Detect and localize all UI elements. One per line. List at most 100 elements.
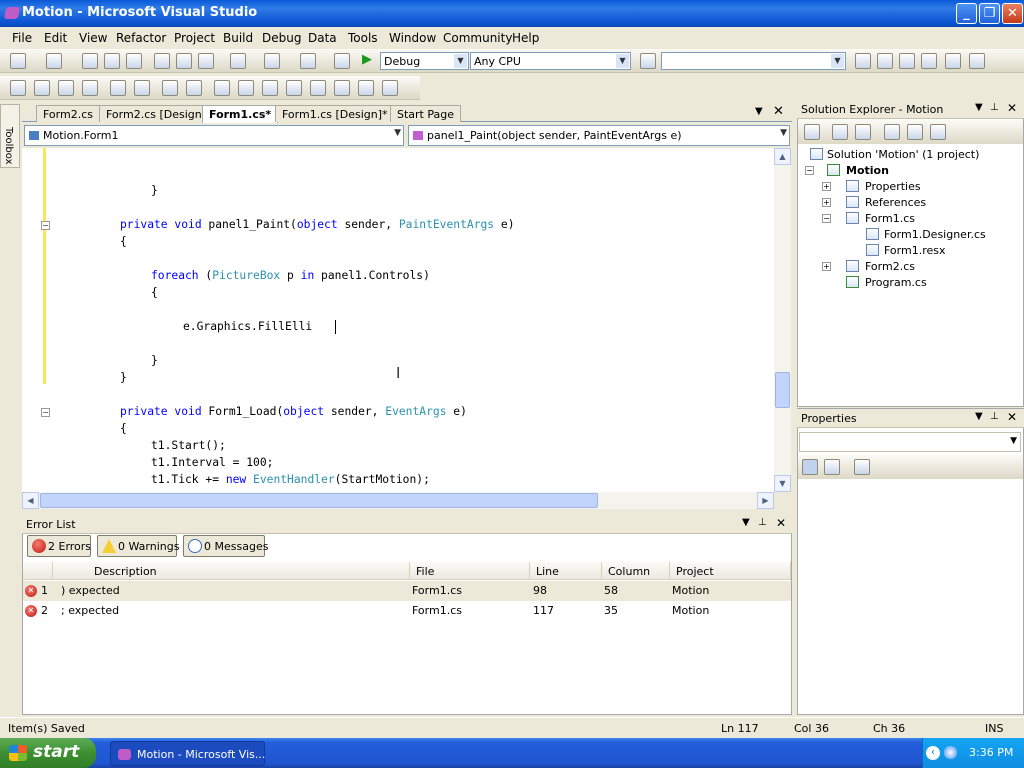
clock[interactable]: 3:36 PM: [969, 746, 1013, 759]
solution-explorer-icon[interactable]: [855, 53, 871, 69]
tree-item-references[interactable]: References: [865, 196, 926, 209]
column-header-line[interactable]: Line: [530, 562, 602, 580]
previous-bookmark-in-folder-icon[interactable]: [286, 80, 302, 96]
tree-solution[interactable]: Solution 'Motion' (1 project): [827, 148, 979, 161]
close-button[interactable]: ✕: [1002, 3, 1023, 24]
menu-refactor[interactable]: Refactor: [116, 31, 166, 45]
toggle-bookmark-icon[interactable]: [214, 80, 230, 96]
menu-community[interactable]: Community: [443, 31, 512, 45]
clear-bookmarks-icon[interactable]: [382, 80, 398, 96]
window-position-icon[interactable]: ▼: [975, 102, 983, 113]
uncomment-lines-icon[interactable]: [186, 80, 202, 96]
properties-object-select[interactable]: ▼: [799, 432, 1021, 452]
column-header-description[interactable]: Description: [53, 562, 410, 580]
taskbar-item-visual-studio[interactable]: Motion - Microsoft Vis...: [110, 741, 265, 766]
solution-platform-select[interactable]: Any CPU ▼: [470, 52, 631, 70]
close-panel-icon[interactable]: ✕: [1007, 410, 1017, 424]
tree-item-program-cs[interactable]: Program.cs: [865, 276, 927, 289]
close-panel-icon[interactable]: ✕: [1007, 101, 1017, 115]
tab-form1-cs[interactable]: Form1.cs*: [202, 105, 279, 123]
outline-collapse-icon[interactable]: −: [41, 221, 50, 230]
object-browser-icon[interactable]: [899, 53, 915, 69]
add-item-icon[interactable]: [46, 53, 62, 69]
expand-icon[interactable]: +: [822, 198, 831, 207]
command-window-icon[interactable]: [969, 53, 985, 69]
increase-indent-icon[interactable]: [134, 80, 150, 96]
quick-info-icon[interactable]: [58, 80, 74, 96]
decrease-indent-icon[interactable]: [110, 80, 126, 96]
scroll-thumb[interactable]: [40, 493, 598, 508]
outline-collapse-icon[interactable]: −: [41, 408, 50, 417]
start-page-icon[interactable]: [945, 53, 961, 69]
code-editor[interactable]: } − private void panel1_Paint(object sen…: [22, 148, 774, 492]
new-project-icon[interactable]: [10, 53, 26, 69]
menu-tools[interactable]: Tools: [348, 31, 378, 45]
properties-window-icon[interactable]: [877, 53, 893, 69]
categorized-icon[interactable]: [802, 459, 818, 475]
member-dropdown[interactable]: panel1_Paint(object sender, PaintEventAr…: [408, 125, 790, 146]
properties-title-bar[interactable]: Properties ▼ ⊥ ✕: [797, 409, 1024, 428]
column-header-icon[interactable]: [23, 562, 53, 580]
collapse-icon[interactable]: −: [805, 166, 814, 175]
column-header-project[interactable]: Project: [670, 562, 791, 580]
tree-item-properties[interactable]: Properties: [865, 180, 921, 193]
menu-view[interactable]: View: [79, 31, 107, 45]
previous-bookmark-icon[interactable]: [238, 80, 254, 96]
navigate-backward-icon[interactable]: [300, 53, 316, 69]
column-header-file[interactable]: File: [410, 562, 530, 580]
errors-filter-button[interactable]: 2 Errors: [27, 535, 91, 557]
alphabetical-icon[interactable]: [824, 459, 840, 475]
title-bar[interactable]: Motion - Microsoft Visual Studio _ ❐ ✕: [0, 0, 1024, 27]
start-button[interactable]: start: [0, 738, 96, 768]
show-all-files-icon[interactable]: [832, 124, 848, 140]
object-member-list-icon[interactable]: [10, 80, 26, 96]
cut-icon[interactable]: [154, 53, 170, 69]
tab-form1-design[interactable]: Form1.cs [Design]*: [275, 105, 395, 122]
tab-form2-cs[interactable]: Form2.cs: [36, 105, 100, 122]
find-combo[interactable]: ▼: [661, 52, 846, 70]
previous-bookmark-in-document-icon[interactable]: [334, 80, 350, 96]
menu-help[interactable]: Help: [512, 31, 539, 45]
undo-icon[interactable]: [230, 53, 246, 69]
tab-form2-design[interactable]: Form2.cs [Design]: [99, 105, 214, 122]
scroll-left-icon[interactable]: ◀: [22, 492, 39, 509]
menu-window[interactable]: Window: [389, 31, 436, 45]
scroll-down-icon[interactable]: ▼: [774, 475, 791, 492]
next-bookmark-in-folder-icon[interactable]: [310, 80, 326, 96]
editor-vertical-scrollbar[interactable]: ▲ ▼: [774, 148, 791, 492]
save-icon[interactable]: [104, 53, 120, 69]
table-row[interactable]: ✕ 1 ) expected Form1.cs 98 58 Motion: [23, 581, 791, 601]
tree-item-form1-resx[interactable]: Form1.resx: [884, 244, 946, 257]
table-row[interactable]: ✕ 2 ; expected Form1.cs 117 35 Motion: [23, 601, 791, 621]
tree-item-form1-designer[interactable]: Form1.Designer.cs: [884, 228, 986, 241]
next-bookmark-in-document-icon[interactable]: [358, 80, 374, 96]
class-dropdown[interactable]: Motion.Form1 ▼: [24, 125, 404, 146]
menu-project[interactable]: Project: [174, 31, 215, 45]
expand-icon[interactable]: +: [822, 182, 831, 191]
window-position-icon[interactable]: ▼: [975, 411, 983, 422]
paste-icon[interactable]: [198, 53, 214, 69]
column-header-column[interactable]: Column: [602, 562, 670, 580]
expand-icon[interactable]: +: [822, 262, 831, 271]
restore-button[interactable]: ❐: [979, 3, 1000, 24]
menu-edit[interactable]: Edit: [44, 31, 67, 45]
menu-data[interactable]: Data: [308, 31, 337, 45]
menu-file[interactable]: File: [12, 31, 32, 45]
scroll-up-icon[interactable]: ▲: [774, 148, 791, 165]
close-panel-icon[interactable]: ✕: [776, 516, 786, 530]
window-position-icon[interactable]: ▼: [742, 517, 750, 528]
solution-configuration-select[interactable]: Debug ▼: [380, 52, 469, 70]
warnings-filter-button[interactable]: 0 Warnings: [97, 535, 179, 557]
solution-explorer-title-bar[interactable]: Solution Explorer - Motion ▼ ⊥ ✕: [797, 100, 1024, 119]
collapse-icon[interactable]: −: [822, 214, 831, 223]
pin-icon[interactable]: ⊥: [990, 411, 999, 422]
find-in-files-icon[interactable]: [640, 53, 656, 69]
copy-icon[interactable]: [176, 53, 192, 69]
save-all-icon[interactable]: [126, 53, 142, 69]
messages-filter-button[interactable]: 0 Messages: [183, 535, 268, 557]
view-class-diagram-icon[interactable]: [930, 124, 946, 140]
tree-item-form1-cs[interactable]: Form1.cs: [865, 212, 915, 225]
active-files-dropdown-icon[interactable]: ▼: [755, 106, 763, 117]
pin-icon[interactable]: ⊥: [758, 517, 767, 528]
start-debugging-icon[interactable]: ▶: [362, 52, 372, 67]
